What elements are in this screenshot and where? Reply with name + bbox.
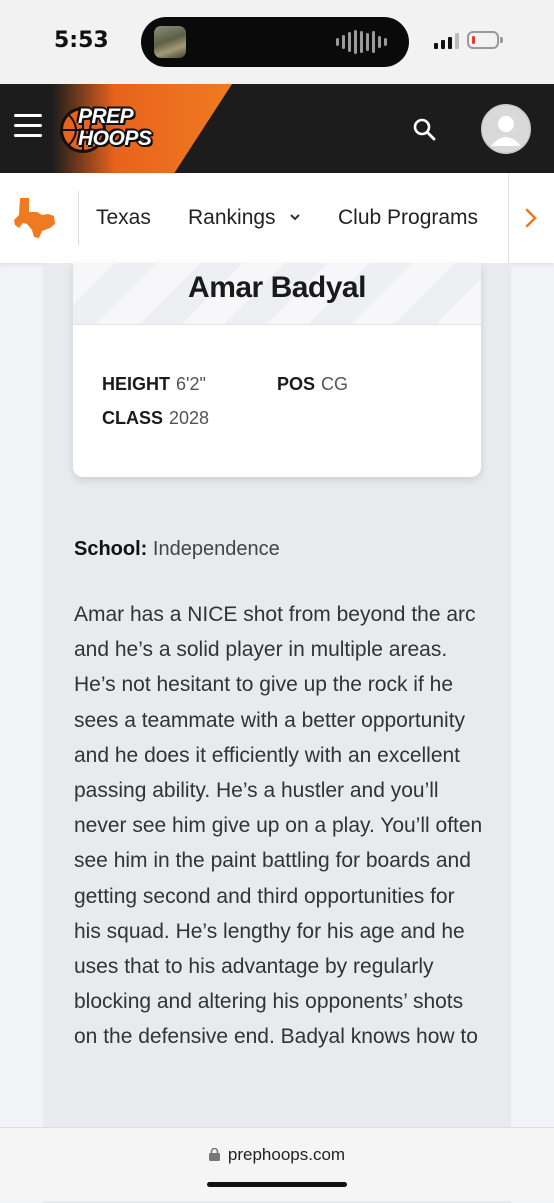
- nav-divider: [78, 191, 79, 245]
- class-stat: CLASS 2028: [102, 408, 209, 429]
- position-value: CG: [321, 374, 349, 394]
- chevron-right-icon[interactable]: [520, 206, 542, 230]
- state-nav-bar: Texas Rankings Club Programs: [0, 173, 554, 263]
- site-header: PREP HOOPS: [0, 84, 554, 173]
- url-field[interactable]: prephoops.com: [0, 1145, 554, 1165]
- logo-wordmark: PREP HOOPS: [78, 105, 152, 150]
- player-bio: Amar has a NICE shot from beyond the arc…: [74, 603, 483, 1049]
- height-label: HEIGHT: [102, 374, 171, 394]
- now-playing-thumbnail: [154, 26, 186, 58]
- class-label: CLASS: [102, 408, 164, 428]
- home-indicator[interactable]: [207, 1182, 347, 1187]
- search-icon[interactable]: [412, 117, 436, 141]
- class-value: 2028: [169, 408, 210, 428]
- school-line: School: Independence: [74, 538, 280, 561]
- cellular-signal-icon: [434, 33, 459, 49]
- status-bar: 5:53: [0, 0, 554, 84]
- dynamic-island[interactable]: [141, 17, 409, 67]
- user-icon: [483, 106, 529, 152]
- player-card: Amar Badyal HEIGHT 6'2" POS CG CLASS 2028: [73, 263, 481, 477]
- browser-address-bar: prephoops.com: [0, 1127, 554, 1201]
- status-time: 5:53: [54, 28, 109, 53]
- nav-right-divider: [508, 173, 509, 263]
- logo-line-2: HOOPS: [78, 127, 152, 150]
- nav-item-rankings-label: Rankings: [188, 206, 276, 229]
- position-stat: POS CG: [277, 374, 348, 395]
- user-avatar[interactable]: [481, 104, 531, 154]
- nav-item-club-programs[interactable]: Club Programs: [338, 206, 478, 230]
- prep-hoops-logo[interactable]: PREP HOOPS: [60, 104, 172, 156]
- lock-icon: [208, 1148, 220, 1161]
- height-stat: HEIGHT 6'2": [102, 374, 206, 395]
- audio-waveform-icon: [336, 30, 387, 54]
- player-name: Amar Badyal: [188, 271, 366, 304]
- battery-level: [472, 36, 475, 44]
- school-label: School:: [74, 538, 148, 560]
- nav-item-rankings[interactable]: Rankings: [188, 206, 301, 230]
- url-text: prephoops.com: [227, 1145, 346, 1164]
- battery-icon: [467, 31, 503, 49]
- position-label: POS: [277, 374, 316, 394]
- logo-line-1: PREP: [78, 105, 134, 128]
- chevron-down-icon: [290, 214, 301, 221]
- player-card-header: Amar Badyal: [73, 263, 481, 325]
- nav-item-texas[interactable]: Texas: [96, 206, 151, 230]
- height-value: 6'2": [176, 374, 206, 394]
- school-value: Independence: [152, 538, 280, 560]
- texas-state-icon[interactable]: [12, 195, 58, 241]
- hamburger-menu-icon[interactable]: [14, 114, 42, 142]
